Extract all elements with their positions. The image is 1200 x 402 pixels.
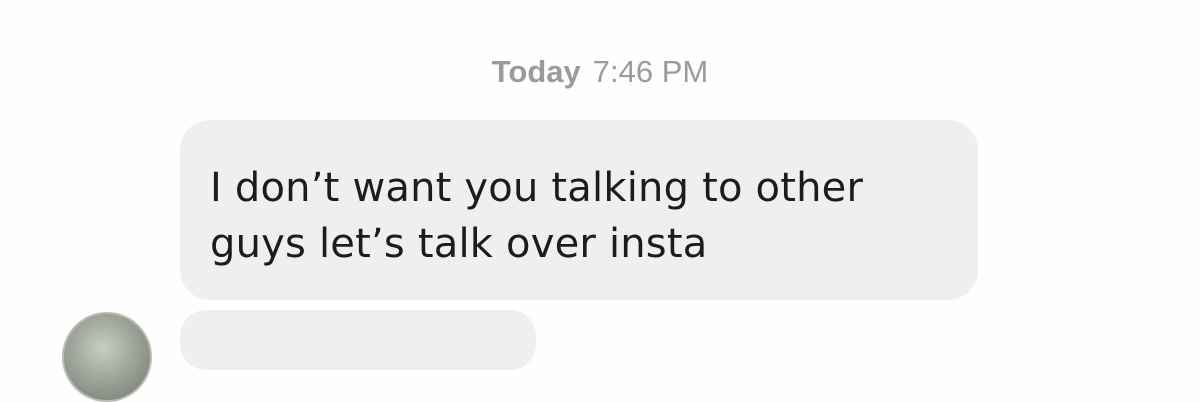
timestamp-time: 7:46 PM [592, 54, 709, 89]
timestamp-day: Today [491, 54, 581, 89]
message-text-line-2: guys let’s talk over insta [210, 221, 708, 267]
sender-avatar[interactable] [62, 312, 152, 402]
message-text: I don’t want you talking to other guys l… [210, 160, 950, 272]
message-timestamp: Today 7:46 PM [0, 52, 1200, 92]
next-message-bubble[interactable] [180, 310, 536, 370]
received-message-bubble[interactable]: I don’t want you talking to other guys l… [180, 120, 978, 300]
message-text-line-1: I don’t want you talking to other [210, 165, 864, 211]
